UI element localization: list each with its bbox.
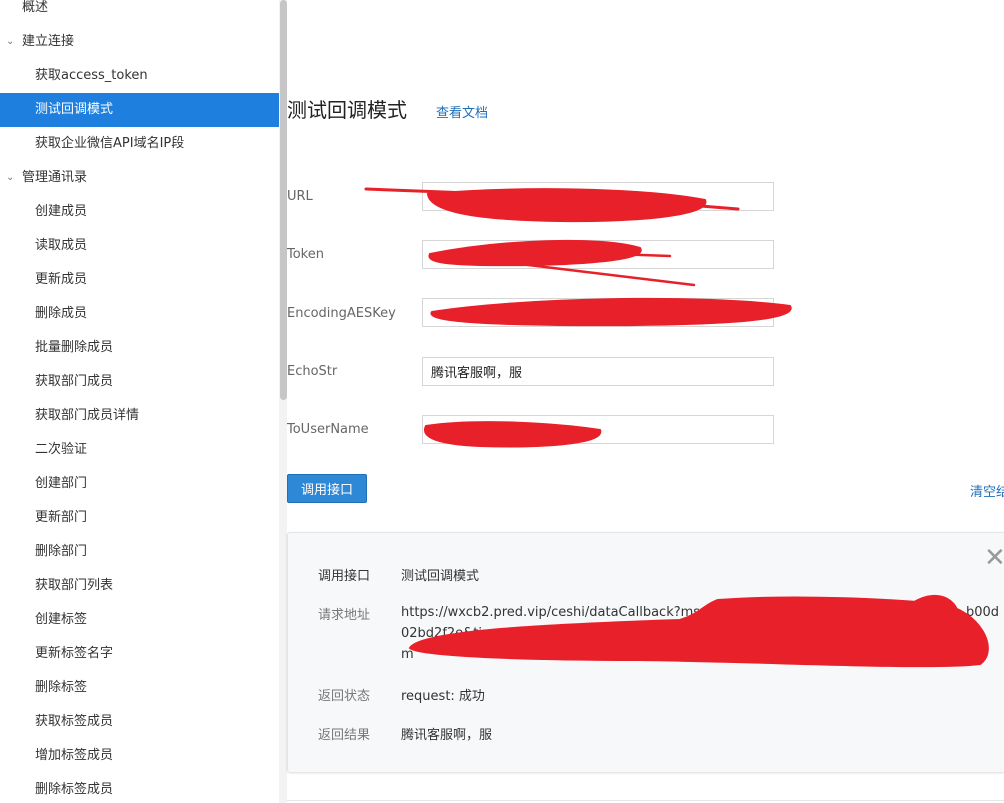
sidebar-item-label: 获取部门成员详情 bbox=[35, 408, 140, 423]
sidebar-item-3[interactable]: 测试回调模式 bbox=[0, 93, 279, 127]
sidebar-item-label: 增加标签成员 bbox=[35, 748, 114, 763]
sidebar-item-21[interactable]: 获取标签成员 bbox=[0, 705, 279, 739]
encoding-aes-key-input[interactable] bbox=[422, 298, 774, 327]
bottom-divider bbox=[287, 800, 1004, 801]
sidebar-item-label: 批量删除成员 bbox=[35, 340, 114, 355]
chevron-down-icon[interactable]: ⌄ bbox=[6, 25, 14, 59]
sidebar-scrollbar-thumb[interactable] bbox=[280, 0, 287, 400]
sidebar-item-label: 创建标签 bbox=[35, 612, 88, 627]
sidebar-item-5[interactable]: ⌄ 管理通讯录 bbox=[0, 161, 279, 195]
sidebar-item-label: 创建部门 bbox=[35, 476, 88, 491]
sidebar-item-label: 获取标签成员 bbox=[35, 714, 114, 729]
sidebar-item-label: 更新成员 bbox=[35, 272, 88, 287]
result-url-line1: https://wxcb2.pred.vip/ceshi/dataCallbac… bbox=[401, 605, 1000, 620]
sidebar-item-label: 读取成员 bbox=[35, 238, 88, 253]
result-url-line3: m bbox=[401, 647, 414, 662]
result-url-line2: 02bd2f2e&timestamp=1742996554& dUnUi bbox=[401, 626, 951, 641]
sidebar-item-7[interactable]: 读取成员 bbox=[0, 229, 279, 263]
result-api-label: 调用接口 bbox=[318, 569, 371, 584]
sidebar-item-2[interactable]: 获取access_token bbox=[0, 59, 279, 93]
sidebar-item-label: 创建成员 bbox=[35, 204, 88, 219]
result-url-label: 请求地址 bbox=[318, 608, 371, 623]
echostr-label: EchoStr bbox=[287, 364, 338, 379]
sidebar-item-1[interactable]: ⌄ 建立连接 bbox=[0, 25, 279, 59]
sidebar-item-14[interactable]: 创建部门 bbox=[0, 467, 279, 501]
sidebar-item-label: 删除部门 bbox=[35, 544, 88, 559]
page-title: 测试回调模式 bbox=[287, 98, 407, 122]
result-url-value: https://wxcb2.pred.vip/ceshi/dataCallbac… bbox=[401, 602, 1001, 665]
result-body-label: 返回结果 bbox=[318, 728, 371, 743]
sidebar-item-16[interactable]: 删除部门 bbox=[0, 535, 279, 569]
sidebar-item-4[interactable]: 获取企业微信API域名IP段 bbox=[0, 127, 279, 161]
sidebar-item-label: 删除标签成员 bbox=[35, 782, 114, 797]
sidebar-item-6[interactable]: 创建成员 bbox=[0, 195, 279, 229]
tousername-label: ToUserName bbox=[287, 422, 369, 437]
close-icon[interactable]: ✕ bbox=[984, 545, 1004, 571]
tousername-input[interactable] bbox=[422, 415, 774, 444]
sidebar-item-20[interactable]: 删除标签 bbox=[0, 671, 279, 705]
sidebar-item-13[interactable]: 二次验证 bbox=[0, 433, 279, 467]
sidebar-item-label: 更新部门 bbox=[35, 510, 88, 525]
echostr-input[interactable] bbox=[422, 357, 774, 386]
sidebar: 概述 ⌄ 建立连接获取access_token 测试回调模式获取企业微信API域名IP… bbox=[0, 0, 279, 803]
sidebar-item-8[interactable]: 更新成员 bbox=[0, 263, 279, 297]
view-docs-link[interactable]: 查看文档 bbox=[436, 102, 488, 121]
sidebar-item-label: 管理通讯录 bbox=[22, 170, 88, 185]
sidebar-item-17[interactable]: 获取部门列表 bbox=[0, 569, 279, 603]
chevron-down-icon[interactable]: ⌄ bbox=[6, 161, 14, 195]
main-content: 测试回调模式 查看文档 URL Token EncodingAESKey Ech… bbox=[287, 0, 1004, 803]
encoding-aes-key-label: EncodingAESKey bbox=[287, 306, 396, 321]
url-input[interactable] bbox=[422, 182, 774, 211]
sidebar-item-23[interactable]: 删除标签成员 bbox=[0, 773, 279, 803]
sidebar-item-label: 获取企业微信API域名IP段 bbox=[35, 136, 185, 151]
sidebar-item-label: 获取部门列表 bbox=[35, 578, 114, 593]
sidebar-item-label: 二次验证 bbox=[35, 442, 88, 457]
url-label: URL bbox=[287, 189, 313, 204]
sidebar-item-18[interactable]: 创建标签 bbox=[0, 603, 279, 637]
sidebar-item-label: 获取access_token bbox=[35, 68, 148, 83]
sidebar-item-12[interactable]: 获取部门成员详情 bbox=[0, 399, 279, 433]
call-api-button[interactable]: 调用接口 bbox=[287, 474, 367, 503]
sidebar-item-11[interactable]: 获取部门成员 bbox=[0, 365, 279, 399]
result-api-value: 测试回调模式 bbox=[401, 569, 480, 584]
sidebar-item-label: 更新标签名字 bbox=[35, 646, 114, 661]
result-status-label: 返回状态 bbox=[318, 689, 371, 704]
result-panel: ✕ 调用接口 测试回调模式 请求地址 https://wxcb2.pred.vi… bbox=[287, 532, 1004, 772]
sidebar-item-10[interactable]: 批量删除成员 bbox=[0, 331, 279, 365]
sidebar-item-label: 删除标签 bbox=[35, 680, 88, 695]
sidebar-item-19[interactable]: 更新标签名字 bbox=[0, 637, 279, 671]
sidebar-item-label: 删除成员 bbox=[35, 306, 88, 321]
sidebar-item-15[interactable]: 更新部门 bbox=[0, 501, 279, 535]
token-label: Token bbox=[287, 247, 324, 262]
result-status-value: request: 成功 bbox=[401, 689, 485, 704]
clear-results-link[interactable]: 清空结 bbox=[970, 481, 1004, 500]
sidebar-item-9[interactable]: 删除成员 bbox=[0, 297, 279, 331]
sidebar-item-0[interactable]: 概述 bbox=[0, 0, 279, 25]
sidebar-item-label: 获取部门成员 bbox=[35, 374, 114, 389]
sidebar-item-22[interactable]: 增加标签成员 bbox=[0, 739, 279, 773]
sidebar-item-label: 概述 bbox=[22, 0, 49, 15]
sidebar-item-label: 建立连接 bbox=[22, 34, 75, 49]
sidebar-item-label: 测试回调模式 bbox=[35, 102, 114, 117]
result-body-value: 腾讯客服啊，服 bbox=[401, 728, 493, 743]
token-input[interactable] bbox=[422, 240, 774, 269]
